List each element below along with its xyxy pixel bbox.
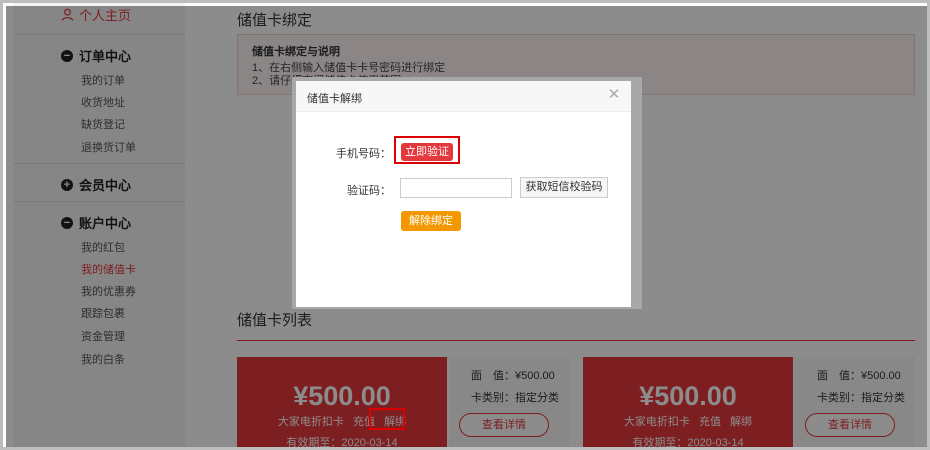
- code-label: 验证码：: [347, 185, 391, 197]
- phone-label: 手机号码：: [336, 148, 391, 160]
- page-frame: 个人主页 − 订单中心 我的订单 收货地址 缺货登记 退换货订单 + 会员中心 …: [0, 0, 930, 450]
- close-icon[interactable]: ✕: [607, 87, 621, 102]
- dialog-header: 储值卡解绑 ✕: [296, 81, 631, 112]
- get-sms-code-button[interactable]: 获取短信校验码: [520, 177, 608, 198]
- verification-code-input[interactable]: [400, 178, 512, 198]
- dialog-title: 储值卡解绑: [307, 93, 362, 105]
- highlight-box: [369, 408, 405, 430]
- unbind-dialog: 储值卡解绑 ✕ 手机号码： 立即验证 验证码： 获取短信校验码 解除绑定: [296, 81, 631, 307]
- unbind-button[interactable]: 解除绑定: [401, 211, 461, 231]
- verify-now-button[interactable]: 立即验证: [401, 143, 453, 161]
- modal-border: 储值卡解绑 ✕ 手机号码： 立即验证 验证码： 获取短信校验码 解除绑定: [292, 77, 642, 309]
